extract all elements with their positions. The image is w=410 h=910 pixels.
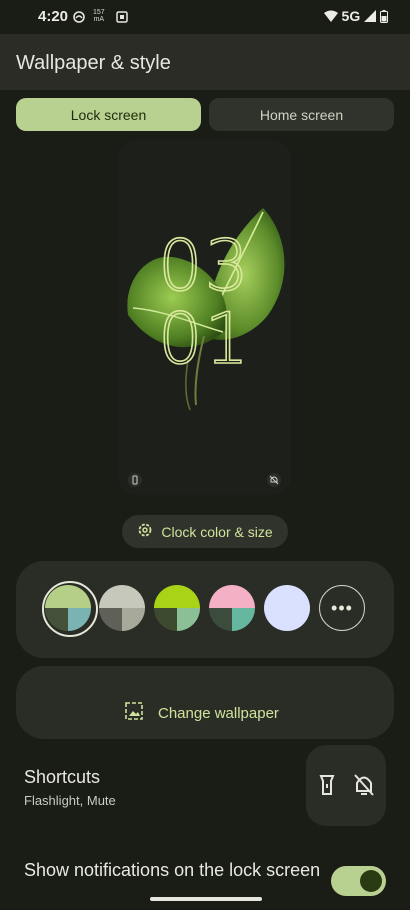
- signal-icon: [364, 10, 377, 22]
- color-swatch-4[interactable]: [209, 585, 255, 631]
- swatch-quadrant: [122, 585, 145, 608]
- swatch-quadrant: [99, 585, 122, 608]
- lock-screen-preview[interactable]: 03 01: [118, 140, 291, 495]
- preview-clock-hours: 03: [157, 224, 252, 308]
- clock-color-size-label: Clock color & size: [161, 523, 273, 540]
- swatch-quadrant: [232, 585, 255, 608]
- swatch-quadrant: [45, 585, 68, 608]
- shortcuts-subtitle: Flashlight, Mute: [24, 793, 116, 808]
- color-swatch-2[interactable]: [99, 585, 145, 631]
- swatch-quadrant: [154, 585, 177, 608]
- swatch-quadrant: [45, 608, 68, 631]
- color-swatch-5[interactable]: [264, 585, 310, 631]
- swatch-quadrant: [232, 608, 255, 631]
- battery-icon: [380, 10, 388, 23]
- gear-icon: [137, 522, 153, 541]
- preview-clock-minutes: 01: [157, 297, 252, 381]
- screen-tabs: Lock screen Home screen: [16, 98, 394, 131]
- status-bar: 4:20 157 mA 5G: [0, 0, 410, 34]
- swatch-quadrant: [177, 608, 200, 631]
- image-icon: [124, 701, 144, 725]
- color-swatch-1[interactable]: [45, 585, 91, 631]
- swatch-quadrant: [264, 585, 287, 608]
- more-colors-button[interactable]: •••: [319, 585, 365, 631]
- current-readout: 157 mA: [93, 9, 105, 23]
- lock-notifications-label: Show notifications on the lock screen: [24, 860, 321, 880]
- shortcuts-title[interactable]: Shortcuts: [24, 767, 100, 788]
- flashlight-icon: [319, 775, 335, 795]
- swatch-quadrant: [154, 608, 177, 631]
- swatch-quadrant: [209, 608, 232, 631]
- swatch-quadrant: [177, 585, 200, 608]
- swatch-quadrant: [287, 608, 310, 631]
- sim-icon: [116, 10, 128, 23]
- sync-icon: [73, 10, 85, 23]
- swatch-quadrant: [68, 585, 91, 608]
- swatch-quadrant: [287, 585, 310, 608]
- swatch-quadrant: [264, 608, 287, 631]
- network-label: 5G: [341, 8, 361, 24]
- color-swatch-3[interactable]: [154, 585, 200, 631]
- shortcuts-card[interactable]: [306, 745, 386, 826]
- lock-notifications-toggle[interactable]: [331, 866, 386, 896]
- page-title: Wallpaper & style: [16, 52, 171, 74]
- status-time: 4:20: [38, 8, 69, 25]
- mute-icon: [354, 774, 374, 796]
- mute-icon: [267, 473, 281, 487]
- tab-lock-screen[interactable]: Lock screen: [16, 98, 201, 131]
- flashlight-icon: [128, 473, 142, 487]
- app-bar: Wallpaper & style: [0, 34, 410, 90]
- clock-color-size-button[interactable]: Clock color & size: [122, 515, 288, 548]
- change-wallpaper-button[interactable]: Change wallpaper: [124, 702, 279, 724]
- change-wallpaper-label: Change wallpaper: [158, 704, 279, 722]
- tab-home-screen[interactable]: Home screen: [209, 98, 394, 131]
- status-right: 5G: [323, 8, 388, 24]
- wifi-icon: [323, 10, 338, 22]
- swatch-quadrant: [99, 608, 122, 631]
- gesture-handle[interactable]: [150, 897, 262, 901]
- swatch-quadrant: [209, 585, 232, 608]
- swatch-quadrant: [122, 608, 145, 631]
- toggle-knob: [360, 870, 382, 892]
- swatch-quadrant: [68, 608, 91, 631]
